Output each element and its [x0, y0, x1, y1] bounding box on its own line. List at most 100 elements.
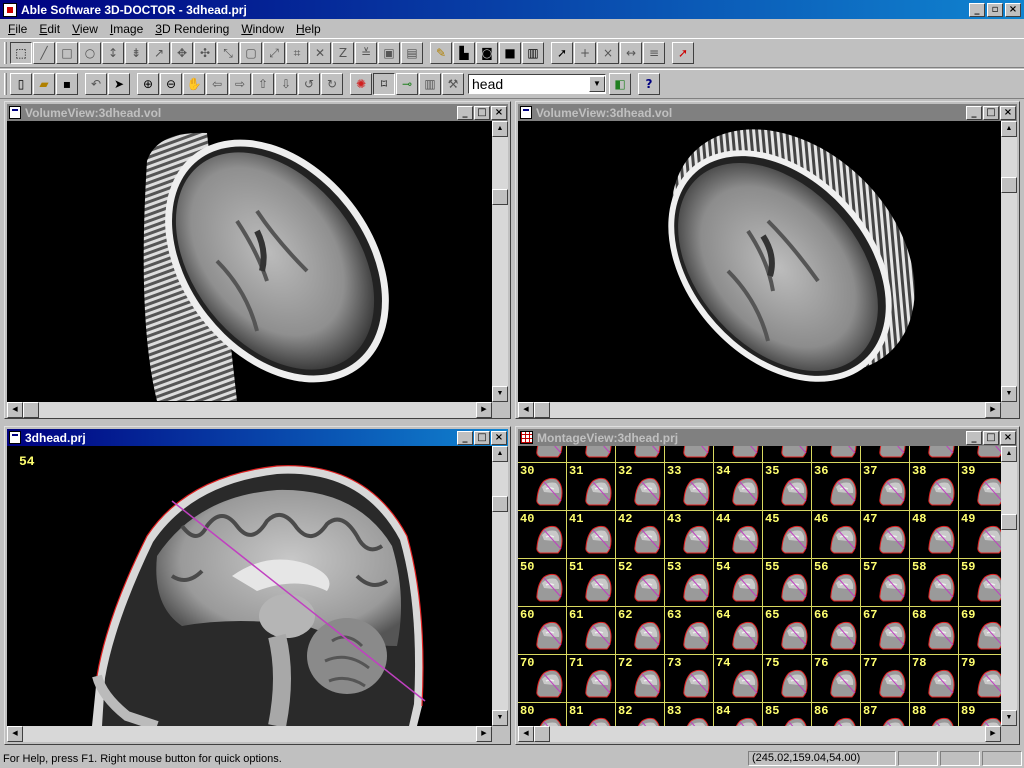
- crop-tool-icon[interactable]: ⌗: [286, 42, 308, 64]
- scroll-left-icon[interactable]: ◀: [7, 726, 23, 742]
- montage-cell[interactable]: 43: [665, 511, 714, 559]
- montage-cell[interactable]: 57: [861, 559, 910, 607]
- montage-cell[interactable]: 30: [518, 463, 567, 511]
- montage-cell[interactable]: 49: [959, 511, 1001, 559]
- menu-image[interactable]: Image: [104, 22, 149, 36]
- add-point-icon[interactable]: ↗: [148, 42, 170, 64]
- montage-cell[interactable]: 68: [910, 607, 959, 655]
- montage-cell[interactable]: 44: [714, 511, 763, 559]
- montage-cell[interactable]: [812, 446, 861, 463]
- volume-icon[interactable]: ■: [499, 42, 521, 64]
- maximize-button[interactable]: □: [983, 105, 999, 120]
- scroll-down-icon[interactable]: ▼: [492, 710, 508, 726]
- undo-icon[interactable]: ↶: [85, 73, 107, 95]
- maximize-button[interactable]: □: [474, 430, 490, 445]
- montage-cell[interactable]: 50: [518, 559, 567, 607]
- montage-cell[interactable]: 70: [518, 655, 567, 703]
- montage-cell[interactable]: 75: [763, 655, 812, 703]
- scroll-up-icon[interactable]: ▲: [1001, 121, 1017, 137]
- volume-view-right-titlebar[interactable]: VolumeView:3dhead.vol _ □ ×: [518, 104, 1017, 121]
- montage-cell[interactable]: 62: [616, 607, 665, 655]
- surface-icon[interactable]: ▙: [453, 42, 475, 64]
- menu-window[interactable]: Window: [235, 22, 290, 36]
- montage-cell[interactable]: [714, 446, 763, 463]
- montage-cell[interactable]: 82: [616, 703, 665, 726]
- move-all-icon[interactable]: ✥: [171, 42, 193, 64]
- scroll-thumb[interactable]: [1001, 514, 1017, 530]
- montage-cell[interactable]: 86: [812, 703, 861, 726]
- montage-cell[interactable]: 84: [714, 703, 763, 726]
- object-select[interactable]: head ▼: [468, 74, 606, 94]
- montage-cell[interactable]: [567, 446, 616, 463]
- arrow-select-icon[interactable]: ➤: [108, 73, 130, 95]
- pointer-remove-icon[interactable]: ×: [597, 42, 619, 64]
- montage-cell[interactable]: 79: [959, 655, 1001, 703]
- scroll-thumb[interactable]: [492, 189, 508, 205]
- montage-cell[interactable]: 33: [665, 463, 714, 511]
- montage-cell[interactable]: 64: [714, 607, 763, 655]
- texture-icon[interactable]: ▥: [522, 42, 544, 64]
- close-button[interactable]: ×: [491, 430, 507, 445]
- vertical-scrollbar[interactable]: ▲ ▼: [492, 121, 508, 402]
- montage-cell[interactable]: 42: [616, 511, 665, 559]
- toolbar-grip[interactable]: [4, 73, 7, 95]
- montage-cell[interactable]: 40: [518, 511, 567, 559]
- help-icon[interactable]: ?: [638, 73, 660, 95]
- vertical-scrollbar[interactable]: ▲ ▼: [1001, 121, 1017, 402]
- move-vertical-icon[interactable]: ↕: [102, 42, 124, 64]
- montage-cell[interactable]: [518, 446, 567, 463]
- save-icon[interactable]: ▪: [56, 73, 78, 95]
- scroll-thumb[interactable]: [534, 726, 550, 742]
- z-align-icon[interactable]: Z: [332, 42, 354, 64]
- montage-cell[interactable]: 61: [567, 607, 616, 655]
- montage-cell[interactable]: 88: [910, 703, 959, 726]
- zoom-out-icon[interactable]: ⊖: [160, 73, 182, 95]
- montage-cell[interactable]: 67: [861, 607, 910, 655]
- volume-render-canvas[interactable]: [518, 121, 1001, 402]
- montage-cell[interactable]: 36: [812, 463, 861, 511]
- montage-cell[interactable]: 51: [567, 559, 616, 607]
- document-icon[interactable]: [9, 106, 21, 119]
- montage-cell[interactable]: 76: [812, 655, 861, 703]
- menu-edit[interactable]: Edit: [33, 22, 66, 36]
- scroll-left-icon[interactable]: ◀: [7, 402, 23, 418]
- close-button[interactable]: ×: [1000, 105, 1016, 120]
- volume-view-left-titlebar[interactable]: VolumeView:3dhead.vol _ □ ×: [7, 104, 508, 121]
- arrow-right-icon[interactable]: ⇨: [229, 73, 251, 95]
- volume-render-canvas[interactable]: [7, 121, 492, 402]
- montage-cell[interactable]: 71: [567, 655, 616, 703]
- montage-cell[interactable]: 80: [518, 703, 567, 726]
- montage-cell[interactable]: 87: [861, 703, 910, 726]
- montage-cell[interactable]: 73: [665, 655, 714, 703]
- montage-cell[interactable]: 59: [959, 559, 1001, 607]
- zoom-in-icon[interactable]: ⊕: [137, 73, 159, 95]
- slice-image-canvas[interactable]: 54: [7, 446, 492, 726]
- montage-cell[interactable]: 38: [910, 463, 959, 511]
- box-tool-icon[interactable]: ▢: [240, 42, 262, 64]
- minimize-button[interactable]: _: [457, 430, 473, 445]
- montage-cell[interactable]: [763, 446, 812, 463]
- montage-cell[interactable]: 48: [910, 511, 959, 559]
- rectangle-tool-icon[interactable]: □: [56, 42, 78, 64]
- frame-icon[interactable]: ▣: [378, 42, 400, 64]
- montage-cell[interactable]: 65: [763, 607, 812, 655]
- maximize-button[interactable]: □: [983, 430, 999, 445]
- arrow-up-icon[interactable]: ⇧: [252, 73, 274, 95]
- menu-file[interactable]: File: [2, 22, 33, 36]
- rotate-left-icon[interactable]: ↺: [298, 73, 320, 95]
- ellipse-tool-icon[interactable]: ○: [79, 42, 101, 64]
- document-icon[interactable]: [520, 106, 532, 119]
- scroll-up-icon[interactable]: ▲: [492, 446, 508, 462]
- scroll-right-icon[interactable]: ▶: [476, 726, 492, 742]
- scroll-up-icon[interactable]: ▲: [492, 121, 508, 137]
- app-icon[interactable]: [3, 2, 17, 17]
- context-help-icon[interactable]: ➚: [672, 42, 694, 64]
- line-tool-icon[interactable]: ╱: [33, 42, 55, 64]
- montage-cell[interactable]: 74: [714, 655, 763, 703]
- montage-view-titlebar[interactable]: MontageView:3dhead.prj _ □ ×: [518, 429, 1017, 446]
- montage-cell[interactable]: 37: [861, 463, 910, 511]
- montage-cell[interactable]: [665, 446, 714, 463]
- montage-cell[interactable]: 55: [763, 559, 812, 607]
- montage-cell[interactable]: 41: [567, 511, 616, 559]
- measure-icon[interactable]: ⚒: [442, 73, 464, 95]
